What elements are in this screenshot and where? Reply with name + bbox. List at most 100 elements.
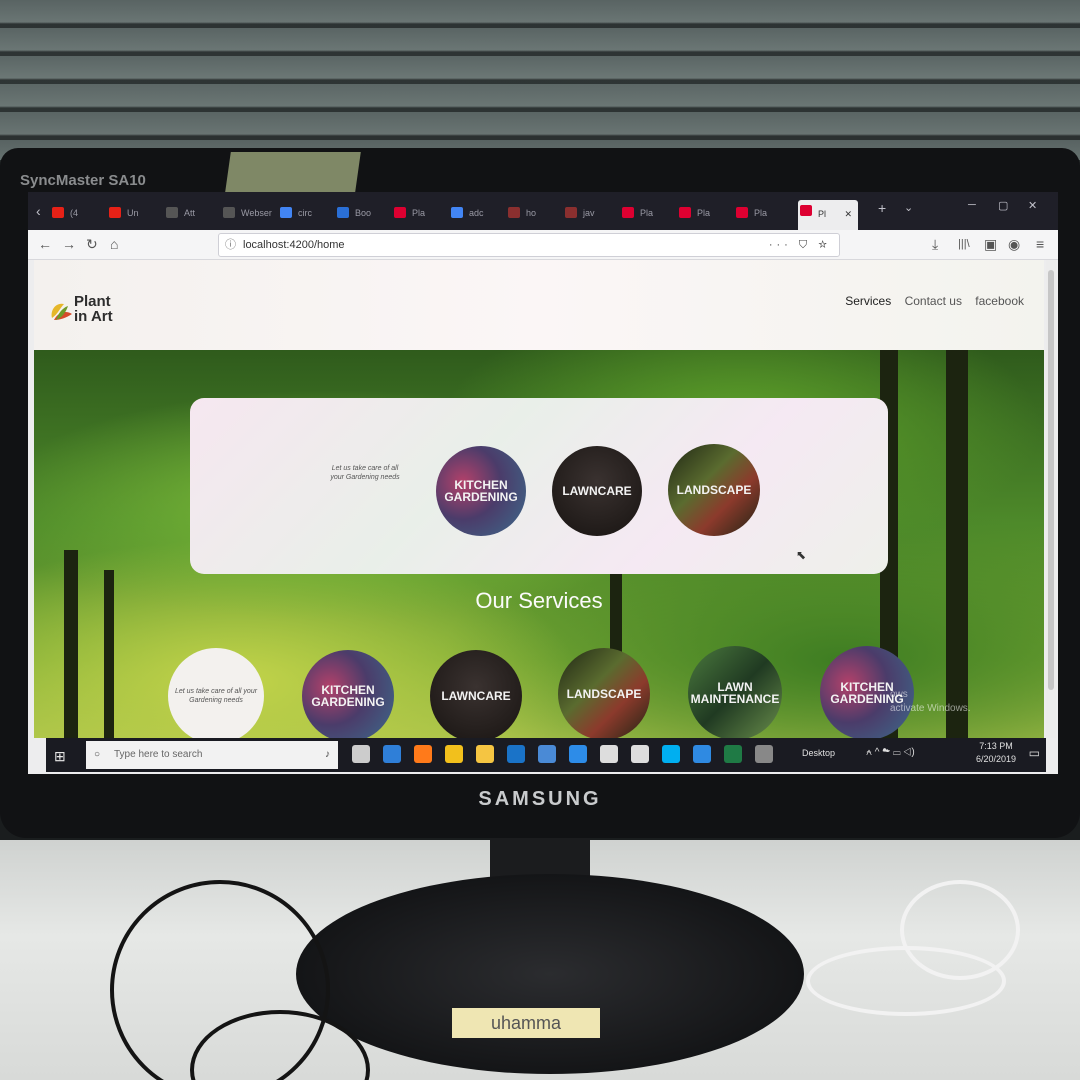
angular-icon [736,207,748,218]
tab-label: Pla [754,208,768,218]
browser-tab[interactable]: Pla [620,202,653,224]
circle-label: LAWNCARE [562,484,632,498]
menu-icon[interactable]: ≡ [1036,236,1044,252]
minimize-icon[interactable]: ─ [968,199,976,211]
service-circle-kitchen[interactable]: KITCHEN GARDENING [302,650,394,738]
account-icon[interactable]: ◉ [1008,236,1020,253]
reload-icon[interactable]: ↻ [86,236,98,253]
angular-icon [622,207,634,218]
tab-label: Un [127,208,139,218]
sidebar-icon[interactable]: ▣ [984,236,997,253]
chrome-icon[interactable] [445,745,463,763]
browser-tab[interactable]: circ [278,202,312,224]
windows-start-icon[interactable]: ⊞ [54,748,66,765]
browser-tab[interactable]: Un [107,202,139,224]
browser-tab[interactable]: Boo [335,202,371,224]
back-icon[interactable]: ← [38,236,52,252]
tab-active[interactable]: Pl ✕ [798,200,858,230]
new-tab-icon[interactable]: + [878,200,886,216]
skype-icon[interactable] [662,745,680,763]
downloads-icon[interactable]: ⤓ [932,236,938,253]
tab-label: adc [469,208,484,218]
circle-label: LAWNCARE [441,689,511,703]
store-icon[interactable] [538,745,556,763]
unity-icon[interactable] [600,745,618,763]
window-close-icon[interactable]: ✕ [1028,199,1037,212]
service-circle-lawncare[interactable]: LAWNCARE [552,446,642,536]
microphone-icon[interactable]: ♪ [325,741,330,769]
taskbar-search-box[interactable]: ○ Type here to search ♪ [86,741,338,769]
tab-scroll-left-icon[interactable]: ‹ [36,203,41,219]
excel-icon[interactable] [724,745,742,763]
site-info-icon[interactable]: ⓘ [225,234,236,256]
angular-icon [679,207,691,218]
nav-contact[interactable]: Contact us [905,294,962,308]
windows-taskbar: ⊞ ○ Type here to search ♪ Desktop ⍲ ^ ☁ … [46,738,1046,772]
browser-tab[interactable]: Pla [677,202,710,224]
service-circle-kitchen[interactable]: KITCHEN GARDENING [436,446,526,536]
maximize-icon[interactable]: ▢ [998,199,1008,212]
browser-tab[interactable]: Webser [221,202,272,224]
service-circle-landscape[interactable]: LANDSCAPE [558,648,650,738]
site-logo-text[interactable]: Plant in Art [74,294,113,324]
monitor-brand-label: SAMSUNG [478,788,602,810]
outlook-icon[interactable] [507,745,525,763]
browser-tab[interactable]: Pla [392,202,425,224]
angular-icon [394,207,406,218]
tab-label: Pl [818,209,827,219]
unity-hub-icon[interactable] [631,745,649,763]
logo-line-2: in Art [74,308,113,325]
name-sticker: uhamma [452,1008,600,1038]
address-bar[interactable]: ⓘ localhost:4200/home ··· ⛉ ☆ [218,233,840,257]
vscode-icon[interactable] [693,745,711,763]
service-circle-lawncare[interactable]: LAWNCARE [430,650,522,738]
url-text: localhost:4200/home [243,239,345,251]
library-icon[interactable]: |||\ [958,238,970,250]
scrollbar-thumb[interactable] [1048,270,1054,690]
clock[interactable]: 7:13 PM 6/20/2019 [976,740,1016,766]
page-scrollbar[interactable] [1046,260,1056,738]
tree-trunk [946,350,968,738]
service-circle-lawn-maintenance[interactable]: LAWN MAINTENANCE [688,646,782,738]
notifications-icon[interactable]: ▭ [1029,746,1040,760]
edge-icon[interactable] [383,745,401,763]
browser-tab[interactable]: Pla [734,202,767,224]
browser-tab[interactable]: Att [164,202,195,224]
terminal-icon[interactable] [755,745,773,763]
browser-tab[interactable]: ho [506,202,536,224]
browser-tab[interactable]: jav [563,202,595,224]
google-icon [280,207,292,218]
tab-label: Att [184,208,196,218]
site-nav: Services Contact us facebook [835,294,1024,308]
web-page: Plant in Art Services Contact us faceboo… [34,260,1044,738]
tab-list-chevron-icon[interactable]: ⌄ [904,201,913,214]
site-icon [565,207,577,218]
browser-tab[interactable]: adc [449,202,484,224]
page-actions-icons[interactable]: ··· ⛉ ☆ [769,234,831,256]
hero-forest-background: Let us take care of all your Gardening n… [34,350,1044,738]
circle-label: KITCHEN GARDENING [444,478,518,504]
browser-nav-bar: ← → ↻ ⌂ ⓘ localhost:4200/home ··· ⛉ ☆ ⤓ … [28,230,1058,260]
tab-label: Webser [241,208,272,218]
home-icon[interactable]: ⌂ [110,236,118,252]
nav-facebook[interactable]: facebook [975,294,1024,308]
background-window-blinds [0,0,1080,160]
task-view-icon[interactable] [352,745,370,763]
monitor-base [296,874,804,1074]
desktop-toolbar-label[interactable]: Desktop [802,748,835,758]
forward-icon[interactable]: → [62,236,76,252]
firefox-icon[interactable] [414,745,432,763]
site-icon [508,207,520,218]
file-explorer-icon[interactable] [476,745,494,763]
browser-tab[interactable]: (4 [50,202,78,224]
service-circle-tagline[interactable]: Let us take care of all your Gardening n… [168,648,264,738]
service-circle-landscape[interactable]: LANDSCAPE [668,444,760,536]
photoshop-icon[interactable] [569,745,587,763]
nav-services[interactable]: Services [845,294,891,308]
tab-label: Boo [355,208,372,218]
tape-strip [225,152,361,192]
activate-windows-watermark: ows activate Windows. [890,688,971,716]
page-icon [223,207,235,218]
close-tab-icon[interactable]: ✕ [844,200,852,228]
system-tray-icons[interactable]: ⍲ ^ ☁ ▭ ◁) [866,747,915,758]
